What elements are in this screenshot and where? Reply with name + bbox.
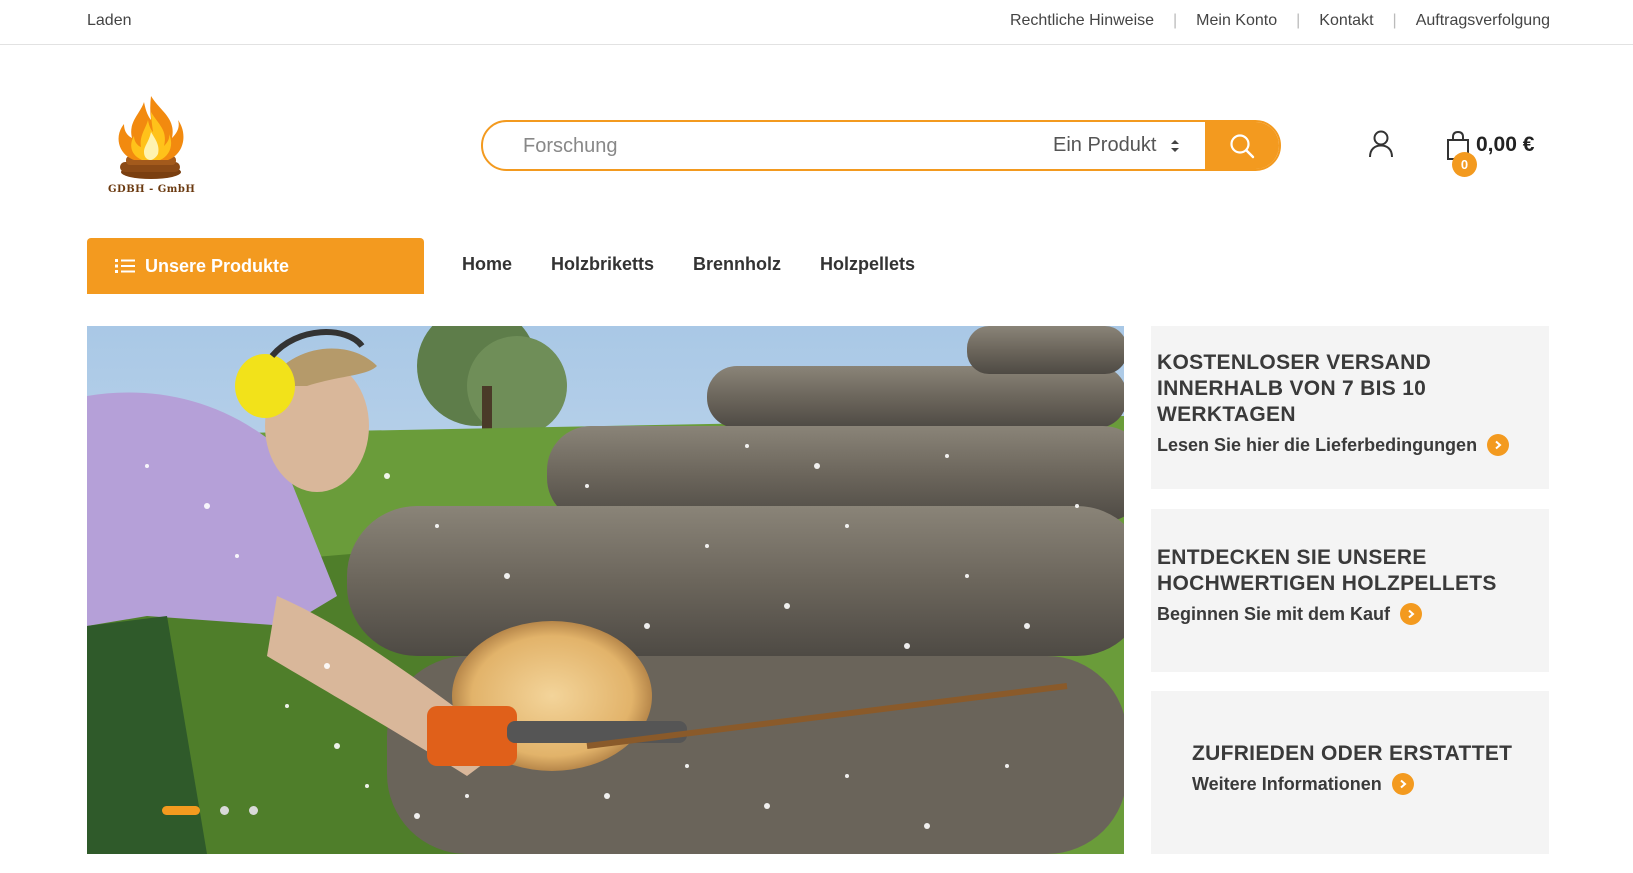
legal-notice-link[interactable]: Rechtliche Hinweise [1010,12,1154,30]
search-icon [1230,133,1255,158]
promo-title: KOSTENLOSER VERSAND INNERHALB VON 7 BIS … [1157,351,1432,426]
order-tracking-link[interactable]: Auftragsverfolgung [1416,12,1550,30]
chevron-right-icon [1391,773,1414,795]
search-input[interactable] [523,133,1023,159]
top-links: Rechtliche Hinweise | Mein Konto | Konta… [1010,12,1550,30]
slider-dot-2[interactable] [220,806,229,815]
slider-dot-3[interactable] [249,806,258,815]
promo-link-delivery-terms[interactable]: Lesen Sie hier die Lieferbedingungen [1157,434,1549,456]
promo-link-more-info[interactable]: Weitere Informationen [1192,773,1549,795]
user-icon [1369,130,1393,158]
separator: | [1173,12,1178,29]
fire-logo-icon [118,96,184,179]
site-logo[interactable] [106,92,208,198]
my-account-link[interactable]: Mein Konto [1196,12,1277,30]
nav-item-holzpellets[interactable]: Holzpellets [820,254,915,275]
chevron-right-icon [1487,434,1510,456]
product-categories-label: Unsere Produkte [145,255,290,276]
main-nav: Home Holzbriketts Brennholz Holzpellets [462,254,954,275]
promo-title: ENTDECKEN SIE UNSERE HOCHWERTIGEN HOLZPE… [1157,546,1497,595]
select-arrows-icon [1170,139,1180,153]
promo-card-shipping: KOSTENLOSER VERSAND INNERHALB VON 7 BIS … [1151,326,1549,489]
category-select[interactable]: Ein Produkt [1053,134,1180,157]
logo-text: GDBH - GmbH [108,184,196,195]
promo-link-label: Beginnen Sie mit dem Kauf [1157,603,1391,624]
search-button[interactable] [1205,122,1279,169]
search-bar: Ein Produkt [481,120,1281,171]
slider-dots [162,806,258,815]
separator: | [1392,12,1397,29]
nav-item-holzbriketts[interactable]: Holzbriketts [551,254,654,275]
account-button[interactable] [1368,130,1394,158]
shop-label[interactable]: Laden [87,12,132,30]
chevron-right-icon [1400,603,1423,625]
promo-card-refund: ZUFRIEDEN ODER ERSTATTET Weitere Informa… [1151,691,1549,854]
nav-item-brennholz[interactable]: Brennholz [693,254,781,275]
promo-title: ZUFRIEDEN ODER ERSTATTET [1192,742,1513,765]
cart-total[interactable]: 0,00 € [1476,133,1534,157]
hero-image [87,326,1124,854]
promo-link-start-shopping[interactable]: Beginnen Sie mit dem Kauf [1157,603,1549,625]
nav-item-home[interactable]: Home [462,254,512,275]
cart-count-badge: 0 [1452,152,1477,177]
slider-dot-1[interactable] [162,806,200,815]
promo-link-label: Lesen Sie hier die Lieferbedingungen [1157,434,1478,455]
contact-link[interactable]: Kontakt [1319,12,1373,30]
separator: | [1296,12,1301,29]
category-select-value: Ein Produkt [1053,134,1157,156]
promo-link-label: Weitere Informationen [1192,773,1382,794]
hero-slider[interactable] [87,326,1124,854]
product-categories-button[interactable]: Unsere Produkte [87,238,424,294]
top-bar: Laden Rechtliche Hinweise | Mein Konto |… [0,0,1633,45]
promo-card-pellets: ENTDECKEN SIE UNSERE HOCHWERTIGEN HOLZPE… [1151,509,1549,672]
list-icon [115,258,135,274]
